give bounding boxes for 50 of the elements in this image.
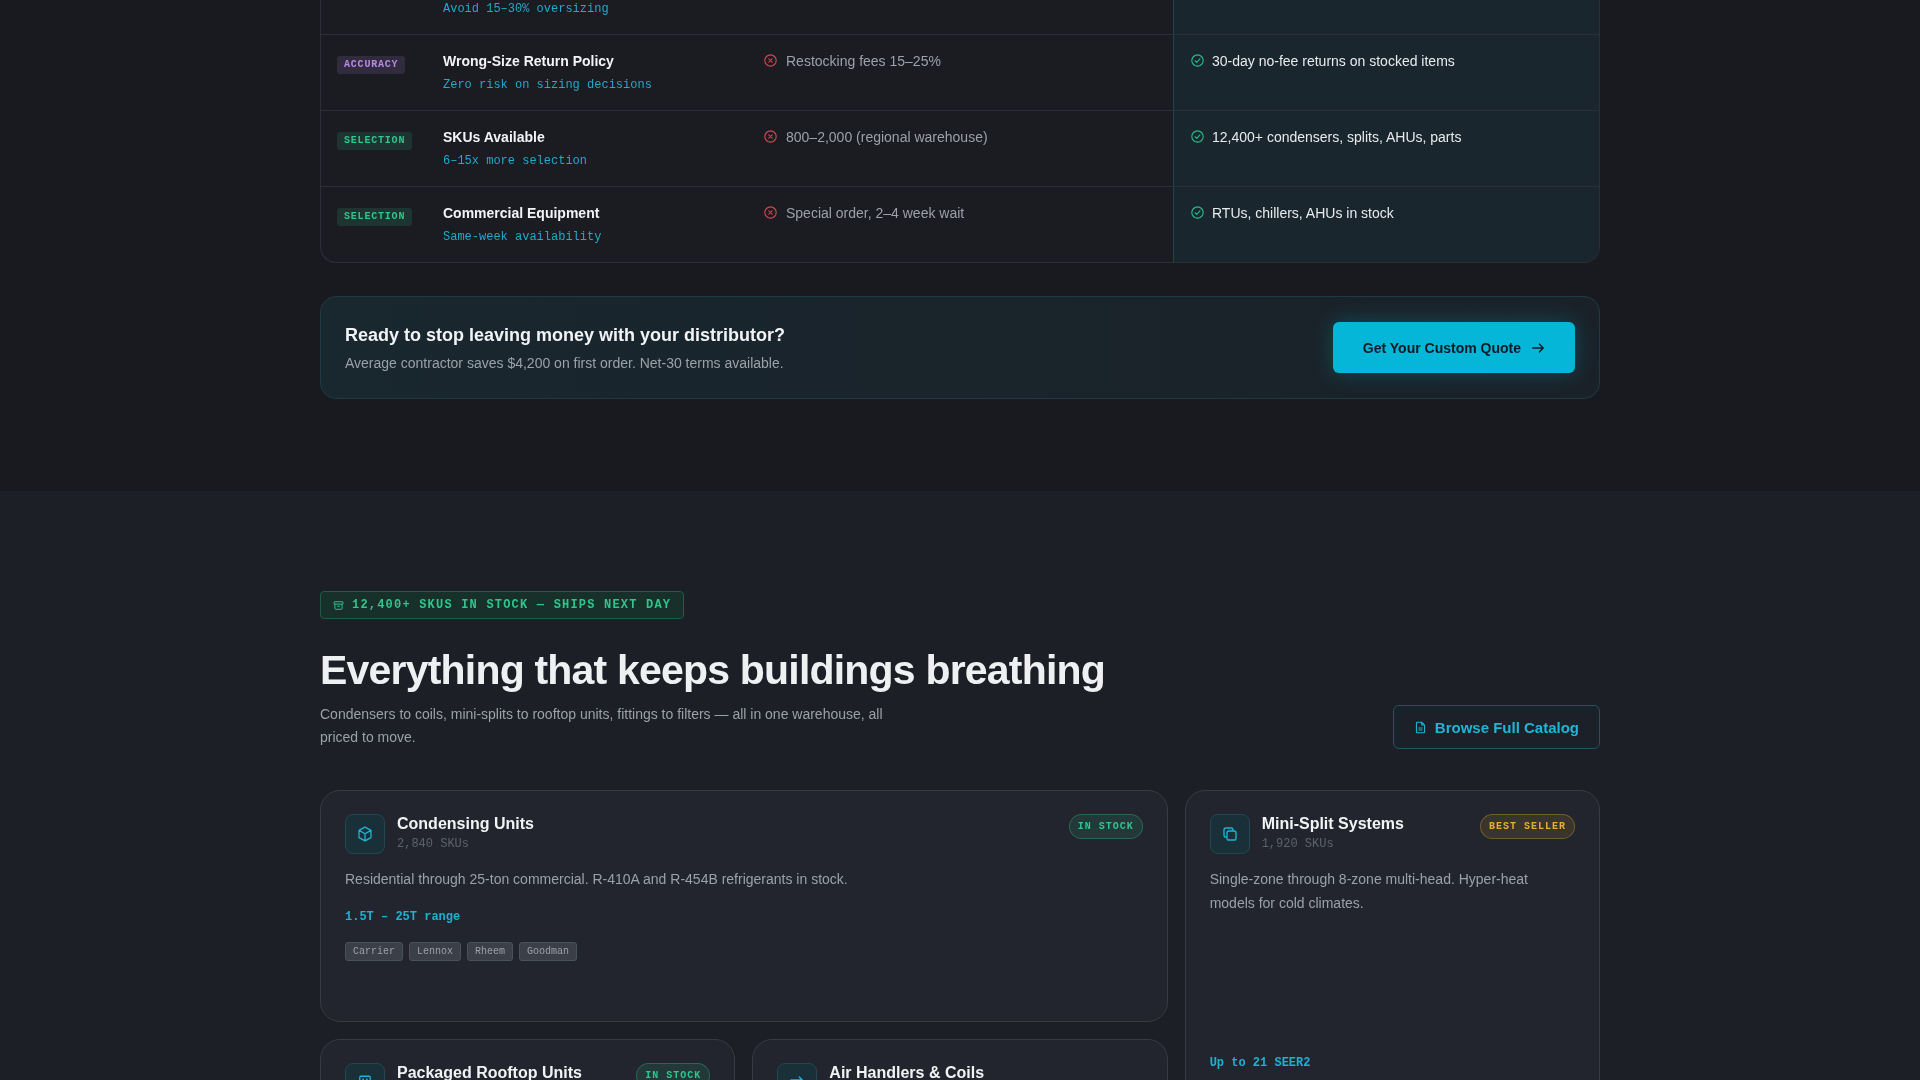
card-title: Air Handlers & Coils	[829, 1063, 986, 1080]
card-description: Single-zone through 8-zone multi-head. Hyper-heat models for cold climates.	[1209, 870, 1529, 913]
cube-icon	[345, 814, 385, 854]
brand-tag: Carrier	[345, 941, 403, 961]
x-circle-icon	[764, 54, 777, 67]
brand-tag: Lennox	[409, 941, 462, 961]
badge-text: 12,400+ SKUS IN STOCK — SHIPS NEXT DAY	[352, 598, 672, 612]
status-badge: IN STOCK	[636, 1063, 711, 1080]
category-tag: SELECTION	[337, 132, 413, 150]
category-tag: SELECTION	[337, 208, 413, 226]
competitor-text: Restocking fees 15–25%	[786, 52, 941, 70]
arrow-right-icon	[1531, 340, 1545, 355]
cta-title: Ready to stop leaving money with your distributor?	[345, 323, 786, 346]
competitor-text: Special order, 2–4 week wait	[786, 204, 965, 222]
status-badge: BEST SELLER	[1480, 814, 1575, 839]
x-circle-icon	[764, 206, 777, 219]
check-circle-icon	[1191, 206, 1204, 219]
feature-subtitle: Zero risk on sizing decisions	[443, 77, 652, 94]
squares-icon	[1209, 814, 1250, 854]
card-title: Condensing Units	[397, 814, 535, 834]
document-icon	[1413, 720, 1427, 734]
x-circle-icon	[764, 130, 777, 143]
cta-text: Average contractor saves $4,200 on first order. Net-30 terms available.	[345, 353, 785, 372]
brand-tag: Goodman	[519, 941, 578, 961]
section-heading: Everything that keeps buildings breathing	[320, 647, 1106, 694]
card-title: Mini-Split Systems	[1261, 814, 1405, 834]
category-tag: ACCURACY	[337, 56, 406, 74]
section-description: Condensers to coils, mini-splits to rooftop units, fittings to filters — all in one warehouse, all priced to move.	[320, 705, 884, 747]
feature-title: Commercial Equipment	[443, 204, 601, 222]
card-spec: Up to 21 SEER2	[1209, 1055, 1312, 1071]
feature-subtitle: 6–15x more selection	[443, 153, 588, 170]
browse-catalog-button[interactable]: Browse Full Catalog	[1392, 705, 1600, 749]
feature-title: Wrong-Size Return Policy	[443, 52, 615, 70]
check-circle-icon	[1191, 130, 1204, 143]
our-offer-text: 30-day no-fee returns on stocked items	[1212, 52, 1455, 70]
check-circle-icon	[1191, 54, 1204, 67]
feature-title: SKUs Available	[443, 128, 546, 146]
feature-subtitle: Same-week availability	[443, 229, 602, 246]
status-badge: IN STOCK	[1068, 814, 1143, 839]
sku-count: 2,840 SKUs	[397, 836, 470, 852]
our-offer-text: RTUs, chillers, AHUs in stock	[1212, 204, 1394, 222]
our-offer-text: 12,400+ condensers, splits, AHUs, parts	[1212, 128, 1462, 146]
card-description: Residential through 25-ton commercial. R-410A and R-454B refrigerants in stock.	[345, 870, 849, 889]
competitor-text: 800–2,000 (regional warehouse)	[786, 128, 988, 146]
feature-subtitle: Avoid 15–30% oversizing	[443, 1, 609, 18]
brand-tag: Rheem	[467, 941, 514, 961]
sku-count: 1,920 SKUs	[1261, 836, 1335, 852]
quote-button[interactable]: Get Your Custom Quote	[1332, 322, 1575, 373]
card-spec: 1.5T – 25T range	[345, 908, 462, 925]
box-icon	[333, 599, 344, 611]
